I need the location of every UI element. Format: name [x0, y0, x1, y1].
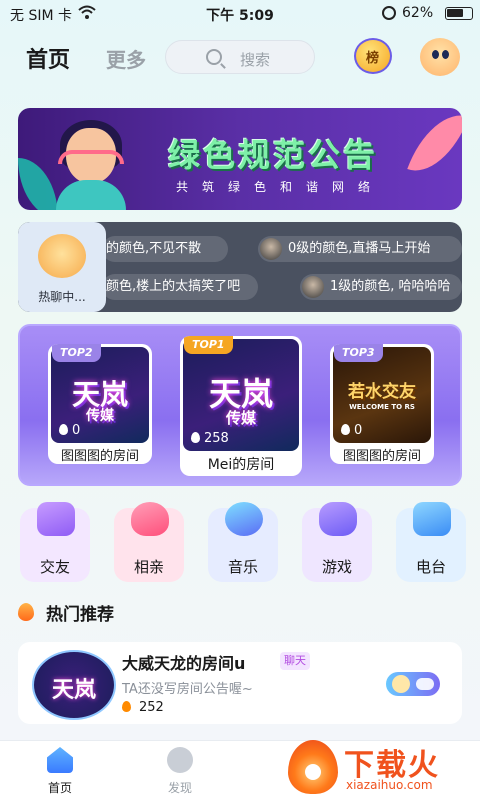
rank-tag: TOP3 [334, 344, 383, 362]
hot-chat-badge[interactable]: 热聊中... [18, 222, 106, 312]
category-radio[interactable]: 电台 [396, 502, 466, 582]
room-type-chip: 聊天 [280, 652, 310, 670]
mascot-icon [38, 234, 86, 278]
room-card-top1[interactable]: 天岚 传媒 258 TOP1 Mei的房间 [180, 336, 302, 476]
search-placeholder: 搜索 [240, 51, 271, 69]
heart-arrow-icon [131, 502, 169, 536]
search-input[interactable]: 搜索 [165, 40, 315, 74]
search-icon [206, 49, 222, 65]
room-heat: 0 [341, 423, 362, 438]
category-label: 电台 [415, 558, 446, 576]
recommended-room-card[interactable]: 天岚 大威天龙的房间u 聊天 TA还没写房间公告喔~ 252 [18, 642, 462, 724]
mascot-avatar-button[interactable] [420, 38, 460, 76]
tab-label: 首页 [47, 781, 72, 795]
category-label: 交友 [39, 558, 70, 576]
announcement-banner[interactable]: 绿色规范公告 共筑绿色和谐网络 [18, 108, 462, 210]
ticker-message: 1级的颜色, 哈哈哈哈 [300, 274, 462, 300]
ranking-button[interactable]: 榜 [354, 38, 392, 74]
flame-icon [122, 701, 131, 712]
mascot-eye [432, 50, 439, 59]
flame-icon [191, 432, 200, 443]
decor-leaf [407, 108, 462, 183]
tab-discover[interactable]: 发现 [150, 745, 210, 797]
room-heat: 0 [59, 423, 80, 438]
room-title: 大威天龙的房间u [122, 654, 246, 673]
ticker-message: 颜色,楼上的太搞笑了吧 [102, 274, 258, 300]
game-activity-icon [386, 672, 440, 696]
room-card-top2[interactable]: 天岚 传媒 0 TOP2 图图图的房间 [48, 344, 152, 464]
room-card-top3[interactable]: 若水交友 WELCOME TO RS 0 TOP3 图图图的房间 [330, 344, 434, 464]
rank-tag: TOP2 [52, 344, 101, 362]
ranking-badge-label: 榜 [366, 51, 380, 66]
chat-bubble-icon [37, 502, 75, 536]
room-cover-logo: 天岚 [51, 678, 96, 703]
room-name: 图图图的房间 [60, 449, 139, 464]
category-label: 游戏 [321, 558, 352, 576]
room-name: 图图图的房间 [342, 449, 421, 464]
tab-label: 发现 [167, 781, 192, 795]
ticker-message: 0级的颜色,直播马上开始 [258, 236, 462, 262]
status-bar: 无 SIM 卡 下午 5:09 62% [0, 0, 480, 28]
room-notice: TA还没写房间公告喔~ [122, 682, 253, 697]
room-heat: 258 [191, 431, 229, 446]
category-friends[interactable]: 交友 [20, 502, 90, 582]
user-avatar [260, 238, 282, 260]
flame-icon [341, 424, 350, 435]
battery-percent: 62% [402, 5, 434, 21]
section-title: 热门推荐 [46, 605, 114, 625]
category-dating[interactable]: 相亲 [114, 502, 184, 582]
compass-icon [167, 747, 193, 773]
ticker-message: 的颜色,不见不散 [102, 236, 228, 262]
home-icon [47, 747, 73, 773]
room-heat: 252 [122, 700, 164, 715]
hot-chat-label: 热聊中... [38, 290, 86, 304]
flame-logo-icon [288, 740, 338, 794]
banner-title: 绿色规范公告 [168, 136, 379, 174]
room-name: Mei的房间 [207, 457, 275, 473]
top-rooms-panel: 天岚 传媒 0 TOP2 图图图的房间 天岚 传媒 258 TOP1 Mei的房… [18, 324, 462, 486]
rank-tag: TOP1 [184, 336, 233, 354]
mascot-eye [442, 50, 449, 59]
tab-home-title[interactable]: 首页 [26, 42, 70, 74]
headphones-icon [225, 502, 263, 536]
category-label: 音乐 [227, 558, 258, 576]
room-cover: 天岚 传媒 258 [183, 339, 299, 451]
watermark-domain: xiazaihuo.com [346, 778, 433, 792]
room-logo-sub: 传媒 [225, 409, 256, 427]
headphone-girl-illustration [56, 118, 126, 210]
decor-leaf [18, 158, 58, 210]
chat-ticker[interactable]: 的颜色,不见不散 0级的颜色,直播马上开始 颜色,楼上的太搞笑了吧 1级的颜色,… [18, 222, 462, 312]
tab-more[interactable]: 更多 [106, 44, 146, 73]
gamepad-icon [319, 502, 357, 536]
banner-subtitle: 共筑绿色和谐网络 [176, 180, 385, 194]
category-label: 相亲 [133, 558, 164, 576]
room-cover: 天岚 [32, 650, 116, 720]
user-avatar [302, 276, 324, 298]
room-logo-sub: WELCOME TO RS [349, 403, 415, 411]
tab-home[interactable]: 首页 [30, 745, 90, 797]
fire-icon [18, 603, 34, 621]
watermark-logo: 下载火 xiazaihuo.com [288, 738, 478, 798]
category-music[interactable]: 音乐 [208, 502, 278, 582]
battery-icon [445, 7, 473, 20]
orientation-lock-icon [382, 6, 396, 20]
room-logo-sub: 传媒 [86, 408, 114, 424]
banner-pager [231, 200, 252, 210]
radio-icon [413, 502, 451, 536]
room-logo: 若水交友 [348, 382, 416, 402]
category-games[interactable]: 游戏 [302, 502, 372, 582]
flame-icon [59, 424, 68, 435]
